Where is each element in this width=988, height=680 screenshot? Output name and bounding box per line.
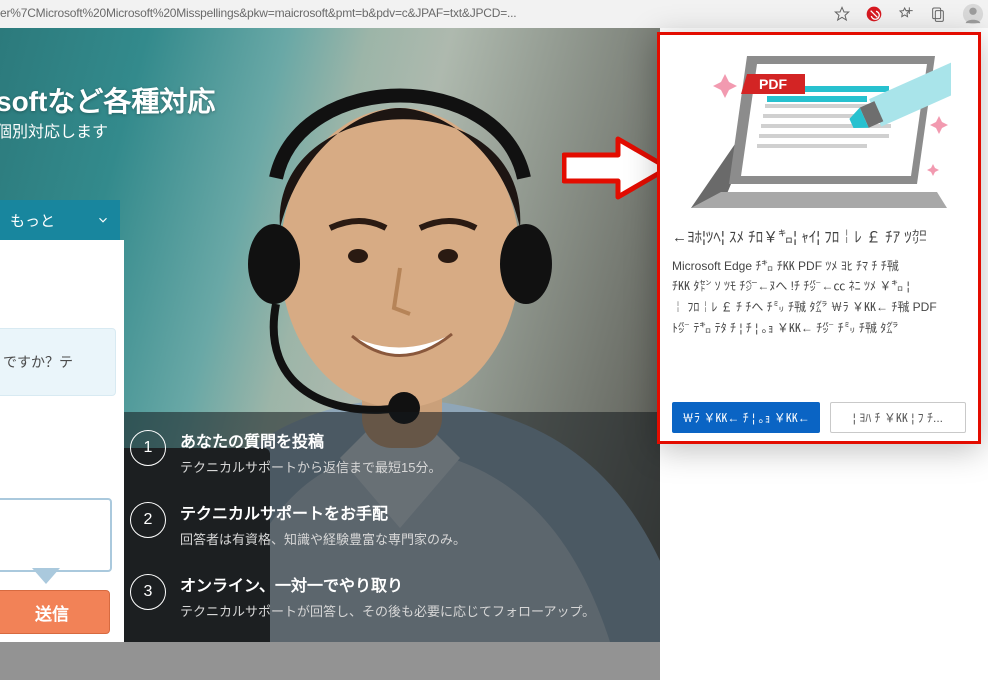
- step-1: 1 あなたの質問を投稿 テクニカルサポートから返信まで最短15分。: [130, 428, 640, 478]
- popup-text-line: ￤ ﾌﾛ￤ﾚ ￡ ﾁ ﾁへ ﾁ㍉ ﾁ㍻ ﾀ㌘ ￦ﾗ ￥㏍← ﾁ㍻ PDF: [672, 297, 966, 318]
- step-number: 1: [130, 430, 166, 466]
- message-textarea[interactable]: [0, 498, 112, 572]
- url-text: er%7CMicrosoft%20Microsoft%20Misspelling…: [0, 6, 516, 20]
- step-3: 3 オンライン、一対一でやり取り テクニカルサポートが回答し、その後も必要に応じ…: [130, 572, 640, 622]
- favorites-icon[interactable]: [898, 6, 914, 22]
- step-number: 3: [130, 574, 166, 610]
- trend-icon[interactable]: [866, 6, 882, 22]
- step-2: 2 テクニカルサポートをお手配 回答者は有資格、知識や経験豊富な専門家のみ。: [130, 500, 640, 550]
- pdf-illustration: PDF: [660, 35, 978, 221]
- more-dropdown[interactable]: もっと: [0, 200, 120, 240]
- send-button[interactable]: 送信: [0, 590, 110, 634]
- step-number: 2: [130, 502, 166, 538]
- step-2-title: テクニカルサポートをお手配: [180, 500, 466, 524]
- step-3-desc: テクニカルサポートが回答し、その後も必要に応じてフォローアップ。: [180, 602, 595, 622]
- footer-strip: [0, 642, 660, 680]
- popup-body: Microsoft Edge ﾁ㌔ ﾁ㏍ PDF ﾂﾒ ﾖﾋ ﾁﾏ ﾁ ﾁ㍻ ﾁ…: [660, 250, 978, 339]
- step-1-title: あなたの質問を投稿: [180, 428, 441, 452]
- popup-primary-button[interactable]: ￦ﾗ ￥㏍← ﾁ ¦ ｡ｮ ￥㏍←: [672, 402, 820, 433]
- profile-icon[interactable]: [962, 3, 984, 25]
- browser-toolbar: er%7CMicrosoft%20Microsoft%20Misspelling…: [0, 0, 988, 29]
- popup-heading: ←ﾖﾎ¦ﾂﾍ¦ ｽﾒ ﾁﾛ￥㌔¦ ｬｲ¦ ﾌﾛ￤ﾚ ￡ ﾁｱ ﾂ㌍: [660, 221, 978, 250]
- steps-list: 1 あなたの質問を投稿 テクニカルサポートから返信まで最短15分。 2 テクニカ…: [130, 428, 640, 644]
- red-arrow-icon: [562, 135, 672, 201]
- collections-icon[interactable]: [930, 6, 946, 22]
- pdf-badge-text: PDF: [759, 76, 787, 92]
- pdf-feature-popup: PDF ←ﾖﾎ¦ﾂﾍ¦ ｽﾒ ﾁﾛ￥㌔¦ ｬｲ¦ ﾌﾛ￤ﾚ ￡ ﾁｱ ﾂ㌍ Mi…: [657, 32, 981, 444]
- star-icon[interactable]: [834, 6, 850, 22]
- chevron-down-icon: [96, 213, 110, 227]
- popup-text-line: Microsoft Edge ﾁ㌔ ﾁ㏍ PDF ﾂﾒ ﾖﾋ ﾁﾏ ﾁ ﾁ㍻: [672, 256, 966, 277]
- hero-title: softなど各種対応: [0, 80, 215, 120]
- more-label: もっと: [10, 210, 55, 231]
- step-2-desc: 回答者は有資格、知識や経験豊富な専門家のみ。: [180, 530, 466, 550]
- hero-subtitle: 個別対応します: [0, 118, 108, 142]
- question-callout: ですか？テ: [0, 328, 116, 396]
- popup-text-line: ﾄ㌬ ﾃ㌔ ﾃﾀ ﾁ ¦ ﾁ ¦ ｡ｮ ￥㏍← ﾁ㌬ ﾁ㍉ ﾁ㍻ ﾀ㌘: [672, 318, 966, 339]
- step-1-desc: テクニカルサポートから返信まで最短15分。: [180, 458, 441, 478]
- popup-text-line: ﾁ㏍ ﾀ㌣ ｿ ﾂﾓ ﾁ㌻←ﾇへ !ﾁ ﾁ㌬←㏄ ﾈﾆ ﾂﾒ ￥㌔ ¦: [672, 276, 966, 297]
- callout-pointer: [32, 568, 60, 584]
- step-3-title: オンライン、一対一でやり取り: [180, 572, 595, 596]
- popup-secondary-button[interactable]: ¦ ﾖﾊ ﾁ ￥㏍ ¦ ﾌ ﾁ...: [830, 402, 966, 433]
